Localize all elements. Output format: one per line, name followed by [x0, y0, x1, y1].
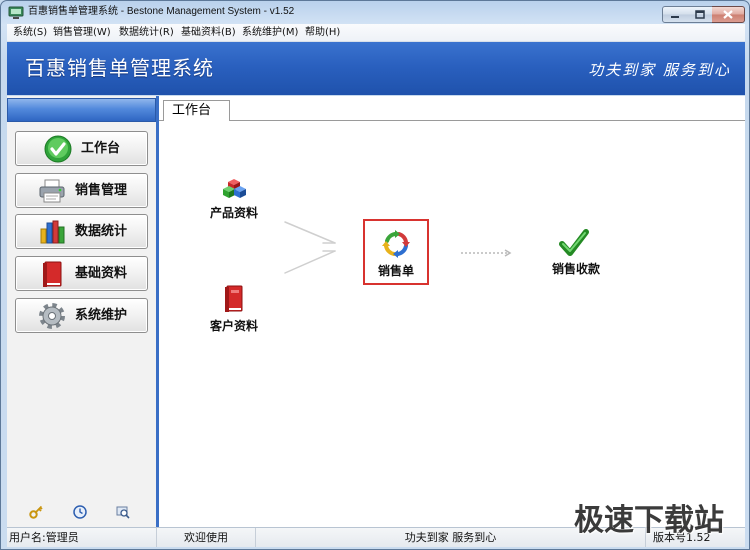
- maximize-button[interactable]: [687, 6, 713, 23]
- red-book-icon: [38, 260, 66, 288]
- title-bar[interactable]: 百惠销售单管理系统 - Bestone Management System - …: [1, 1, 749, 23]
- workflow-connectors: [284, 221, 512, 274]
- sidebar-item-label: 工作台: [81, 141, 121, 156]
- minimize-icon: [671, 15, 679, 18]
- status-user: 用户名:管理员: [7, 528, 157, 547]
- key-icon[interactable]: [29, 504, 43, 519]
- menu-maintenance[interactable]: 系统维护(M): [242, 27, 298, 39]
- printer-icon: [38, 177, 66, 205]
- connector-customer-to-order: [284, 250, 336, 274]
- connector-product-to-order: [284, 221, 336, 244]
- node-customer-label: 客户资料: [209, 319, 258, 333]
- sidebar-item-maintenance[interactable]: 系统维护: [15, 298, 148, 333]
- sidebar: 工作台 销售管理 数据统计 基础资料 系统维护: [7, 96, 159, 527]
- node-sales-order-label: 销售单: [377, 264, 414, 278]
- sidebar-item-statistics[interactable]: 数据统计: [15, 214, 148, 249]
- green-check-icon[interactable]: [559, 229, 589, 257]
- close-icon: [723, 10, 733, 19]
- maximize-icon: [694, 10, 705, 19]
- search-icon[interactable]: [116, 504, 130, 519]
- sidebar-item-label: 系统维护: [75, 308, 128, 323]
- close-button[interactable]: [712, 6, 745, 23]
- app-title: 百惠销售单管理系统: [25, 56, 214, 80]
- header-banner: 百惠销售单管理系统 功夫到家 服务到心: [7, 42, 745, 95]
- menu-sales-management[interactable]: 销售管理(W): [53, 27, 111, 39]
- cubes-icon[interactable]: [220, 177, 248, 201]
- node-product-label: 产品资料: [209, 206, 258, 220]
- status-welcome: 欢迎使用: [157, 528, 256, 547]
- menu-help[interactable]: 帮助(H): [305, 27, 340, 39]
- sidebar-item-workbench[interactable]: 工作台: [15, 131, 148, 166]
- red-book-icon[interactable]: [223, 285, 243, 313]
- tab-workbench[interactable]: 工作台: [163, 100, 230, 121]
- check-circle-icon: [44, 135, 72, 163]
- menu-bar: 系统(S) 销售管理(W) 数据统计(R) 基础资料(B) 系统维护(M) 帮助…: [7, 24, 745, 42]
- recycle-arrows-icon: [381, 229, 411, 259]
- app-computer-icon[interactable]: [8, 5, 24, 19]
- sidebar-item-sales-management[interactable]: 销售管理: [15, 173, 148, 208]
- sidebar-item-basic-data[interactable]: 基础资料: [15, 256, 148, 291]
- menu-basic-data[interactable]: 基础资料(B): [181, 27, 236, 39]
- window-title: 百惠销售单管理系统 - Bestone Management System - …: [28, 6, 295, 17]
- sidebar-item-label: 销售管理: [75, 183, 128, 198]
- watermark: 极速下载站: [574, 503, 724, 538]
- menu-statistics[interactable]: 数据统计(R): [119, 27, 174, 39]
- header-slogan: 功夫到家 服务到心: [588, 61, 731, 79]
- node-payment-label: 销售收款: [551, 262, 600, 276]
- app-window: 百惠销售单管理系统 - Bestone Management System - …: [0, 0, 750, 550]
- sidebar-header: [7, 98, 156, 122]
- node-sales-order[interactable]: 销售单: [363, 219, 429, 285]
- clock-icon[interactable]: [73, 504, 87, 519]
- gear-icon: [38, 302, 66, 330]
- minimize-button[interactable]: [662, 6, 688, 23]
- sidebar-item-label: 基础资料: [75, 266, 128, 281]
- bar-chart-icon: [38, 218, 66, 246]
- workspace: 工作台 产品资料 客户资料 销售单 销售收款: [159, 96, 745, 527]
- menu-system[interactable]: 系统(S): [13, 27, 47, 39]
- sidebar-item-label: 数据统计: [75, 224, 128, 239]
